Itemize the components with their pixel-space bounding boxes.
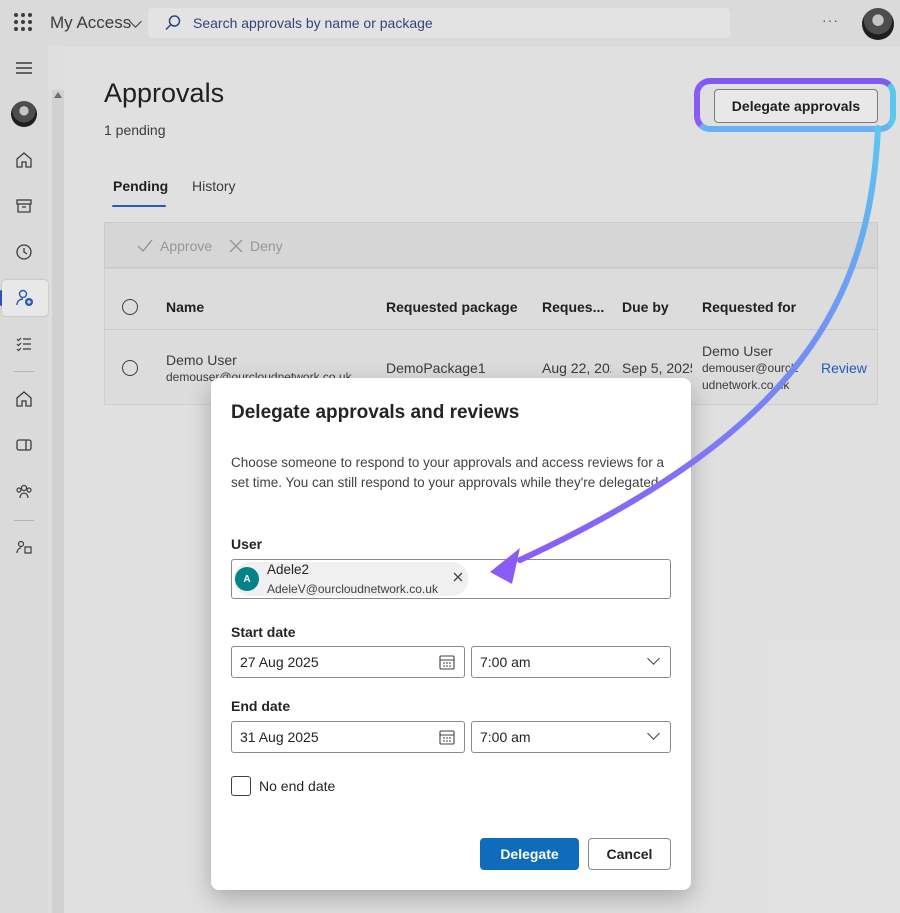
user-picker[interactable]: A Adele2 AdeleV@ourcloudnetwork.co.uk (231, 559, 671, 599)
end-time-value: 7:00 am (480, 729, 531, 745)
annotation-highlight (694, 78, 896, 132)
end-date-input[interactable]: 31 Aug 2025 (231, 721, 465, 753)
no-end-date-checkbox[interactable] (231, 776, 251, 796)
start-date-value: 27 Aug 2025 (240, 654, 319, 670)
start-time-value: 7:00 am (480, 654, 531, 670)
dialog-title: Delegate approvals and reviews (231, 402, 520, 423)
start-time-dropdown[interactable]: 7:00 am (471, 646, 671, 678)
user-chip: A Adele2 AdeleV@ourcloudnetwork.co.uk (234, 562, 468, 596)
user-label: User (231, 536, 263, 552)
end-time-dropdown[interactable]: 7:00 am (471, 721, 671, 753)
remove-user-icon[interactable] (452, 571, 464, 583)
no-end-date-label[interactable]: No end date (259, 778, 335, 794)
cancel-button[interactable]: Cancel (588, 838, 671, 870)
chevron-down-icon (647, 652, 660, 665)
chevron-down-icon (647, 727, 660, 740)
dialog-description: Choose someone to respond to your approv… (231, 455, 664, 490)
calendar-icon[interactable] (439, 729, 455, 745)
calendar-icon[interactable] (439, 654, 455, 670)
end-date-label: End date (231, 698, 291, 714)
user-chip-email: AdeleV@ourcloudnetwork.co.uk (267, 582, 438, 596)
delegate-dialog: Delegate approvals and reviews Choose so… (211, 378, 691, 890)
start-date-label: Start date (231, 624, 296, 640)
user-chip-name: Adele2 (267, 562, 310, 577)
delegate-button[interactable]: Delegate (480, 838, 579, 870)
end-date-value: 31 Aug 2025 (240, 729, 319, 745)
start-date-input[interactable]: 27 Aug 2025 (231, 646, 465, 678)
user-initial-avatar: A (235, 567, 259, 591)
